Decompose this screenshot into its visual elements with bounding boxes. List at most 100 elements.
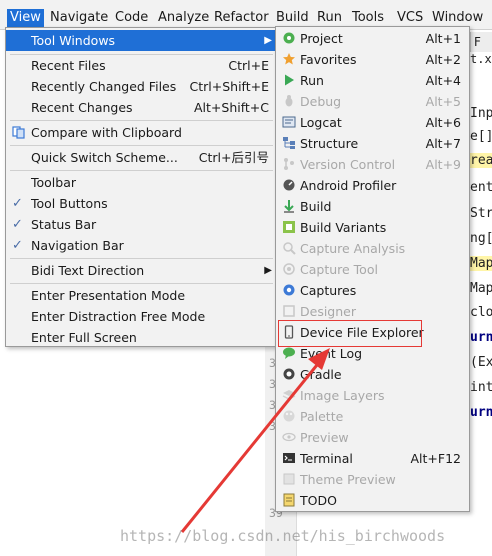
view-menu-item-recent-changes[interactable]: Recent Changes Alt+Shift+C — [6, 97, 277, 118]
editor-tab[interactable]: F — [470, 32, 492, 52]
menu-item-shortcut: Alt+7 — [425, 136, 461, 151]
menu-item-label: Quick Switch Scheme... — [31, 150, 178, 165]
menu-view[interactable]: View — [7, 9, 44, 27]
menu-item-label: Designer — [300, 304, 356, 319]
menu-item-label: Version Control — [300, 157, 396, 172]
menu-code[interactable]: Code — [112, 9, 151, 27]
tool-window-structure[interactable]: Structure Alt+7 — [276, 133, 469, 154]
menu-item-label: Terminal — [300, 451, 353, 466]
checkmark-icon: ✓ — [12, 196, 23, 211]
designer-icon — [283, 305, 295, 317]
menu-build[interactable]: Build — [273, 9, 312, 27]
code-text: rea — [470, 153, 492, 168]
menu-navigate[interactable]: Navigate — [47, 9, 111, 27]
menu-item-label: Capture Tool — [300, 262, 378, 277]
tool-window-terminal[interactable]: Terminal Alt+F12 — [276, 448, 469, 469]
menu-tools[interactable]: Tools — [349, 9, 387, 27]
view-menu-item-compare-clipboard[interactable]: Compare with Clipboard — [6, 122, 277, 143]
menu-item-label: Enter Distraction Free Mode — [31, 309, 206, 324]
tool-window-todo[interactable]: TODO — [276, 490, 469, 511]
run-icon — [285, 74, 294, 86]
view-menu-item-quick-switch-scheme[interactable]: Quick Switch Scheme... Ctrl+后引号 — [6, 147, 277, 168]
menu-window[interactable]: Window — [429, 9, 486, 27]
build-icon — [284, 200, 294, 213]
theme-preview-icon — [283, 473, 295, 485]
view-menu-item-recent-files[interactable]: Recent Files Ctrl+E — [6, 55, 277, 76]
menu-item-label: Toolbar — [31, 175, 77, 190]
menu-item-shortcut: Alt+6 — [425, 115, 461, 130]
menu-analyze[interactable]: Analyze — [155, 9, 212, 27]
tool-window-version-control[interactable]: Version Control Alt+9 — [276, 154, 469, 175]
view-menu-item-distraction-free-mode[interactable]: Enter Distraction Free Mode — [6, 306, 277, 327]
tool-window-capture-analysis[interactable]: Capture Analysis — [276, 238, 469, 259]
menu-item-label: Enter Presentation Mode — [31, 288, 186, 303]
tool-window-build[interactable]: Build — [276, 196, 469, 217]
tool-window-logcat[interactable]: Logcat Alt+6 — [276, 112, 469, 133]
menu-item-shortcut: Alt+Shift+C — [193, 100, 269, 115]
menu-item-label: Image Layers — [300, 388, 385, 403]
tool-window-project[interactable]: Project Alt+1 — [276, 28, 469, 49]
tool-window-debug[interactable]: Debug Alt+5 — [276, 91, 469, 112]
menu-item-label: Theme Preview — [300, 472, 396, 487]
view-menu-item-toolbar[interactable]: Toolbar — [6, 172, 277, 193]
menu-item-label: Structure — [300, 136, 359, 151]
tool-window-preview[interactable]: Preview — [276, 427, 469, 448]
menu-item-shortcut: Alt+1 — [425, 31, 461, 46]
highlight-box — [278, 320, 422, 347]
menu-item-label: Capture Analysis — [300, 241, 406, 256]
vcs-icon — [284, 158, 294, 170]
menu-run[interactable]: Run — [314, 9, 345, 27]
view-menu-item-bidi-text-direction[interactable]: Bidi Text Direction ▶ — [6, 260, 277, 281]
code-text: e[] — [470, 129, 492, 144]
submenu-arrow-icon: ▶ — [264, 35, 272, 46]
view-menu-item-recently-changed-files[interactable]: Recently Changed Files Ctrl+Shift+E — [6, 76, 277, 97]
code-text: urn — [470, 405, 492, 420]
compare-clipboard-icon — [12, 126, 25, 139]
menu-item-label: Build — [300, 199, 332, 214]
code-text: Map — [470, 256, 492, 271]
view-menu: Tool Windows ▶ Recent Files Ctrl+E Recen… — [5, 27, 278, 347]
menu-item-label: Navigation Bar — [31, 238, 124, 253]
menu-item-shortcut: Alt+4 — [425, 73, 461, 88]
menu-refactor[interactable]: Refactor — [211, 9, 272, 27]
tool-window-favorites[interactable]: Favorites Alt+2 — [276, 49, 469, 70]
menu-item-label: Project — [300, 31, 343, 46]
tool-windows-menu: Project Alt+1 Favorites Alt+2 Run Alt+4 … — [275, 26, 470, 512]
view-menu-item-navigation-bar[interactable]: ✓ Navigation Bar — [6, 235, 277, 256]
menu-item-label: Captures — [300, 283, 357, 298]
menu-item-label: Compare with Clipboard — [31, 125, 182, 140]
tool-window-image-layers[interactable]: Image Layers — [276, 385, 469, 406]
view-menu-item-full-screen[interactable]: Enter Full Screen — [6, 327, 277, 348]
tool-window-gradle[interactable]: Gradle — [276, 364, 469, 385]
menu-item-label: TODO — [300, 493, 337, 508]
palette-icon — [283, 410, 295, 422]
menu-item-label: Logcat — [300, 115, 342, 130]
menu-item-label: Enter Full Screen — [31, 330, 137, 345]
editor-tab-suffix: t.xm — [470, 52, 492, 66]
code-text: (Exc — [470, 355, 492, 370]
tool-window-android-profiler[interactable]: Android Profiler — [276, 175, 469, 196]
tool-window-run[interactable]: Run Alt+4 — [276, 70, 469, 91]
menu-separator — [10, 120, 273, 121]
logcat-icon — [282, 116, 296, 128]
menu-item-shortcut: Alt+2 — [425, 52, 461, 67]
tool-window-palette[interactable]: Palette — [276, 406, 469, 427]
menu-separator — [10, 145, 273, 146]
tool-window-capture-tool[interactable]: Capture Tool — [276, 259, 469, 280]
view-menu-item-tool-buttons[interactable]: ✓ Tool Buttons — [6, 193, 277, 214]
view-menu-item-tool-windows[interactable]: Tool Windows ▶ — [6, 30, 277, 51]
tool-window-build-variants[interactable]: Build Variants — [276, 217, 469, 238]
menu-item-label: Favorites — [300, 52, 357, 67]
code-text: ent — [470, 180, 492, 195]
menu-vcs[interactable]: VCS — [394, 9, 426, 27]
menu-item-shortcut: Alt+5 — [425, 94, 461, 109]
tool-window-theme-preview[interactable]: Theme Preview — [276, 469, 469, 490]
code-text: Map — [470, 281, 492, 296]
view-menu-item-presentation-mode[interactable]: Enter Presentation Mode — [6, 285, 277, 306]
menu-item-label: Debug — [300, 94, 342, 109]
menu-item-label: Bidi Text Direction — [31, 263, 145, 278]
tool-window-captures[interactable]: Captures — [276, 280, 469, 301]
view-menu-item-status-bar[interactable]: ✓ Status Bar — [6, 214, 277, 235]
tool-window-designer[interactable]: Designer — [276, 301, 469, 322]
menu-separator — [10, 283, 273, 284]
